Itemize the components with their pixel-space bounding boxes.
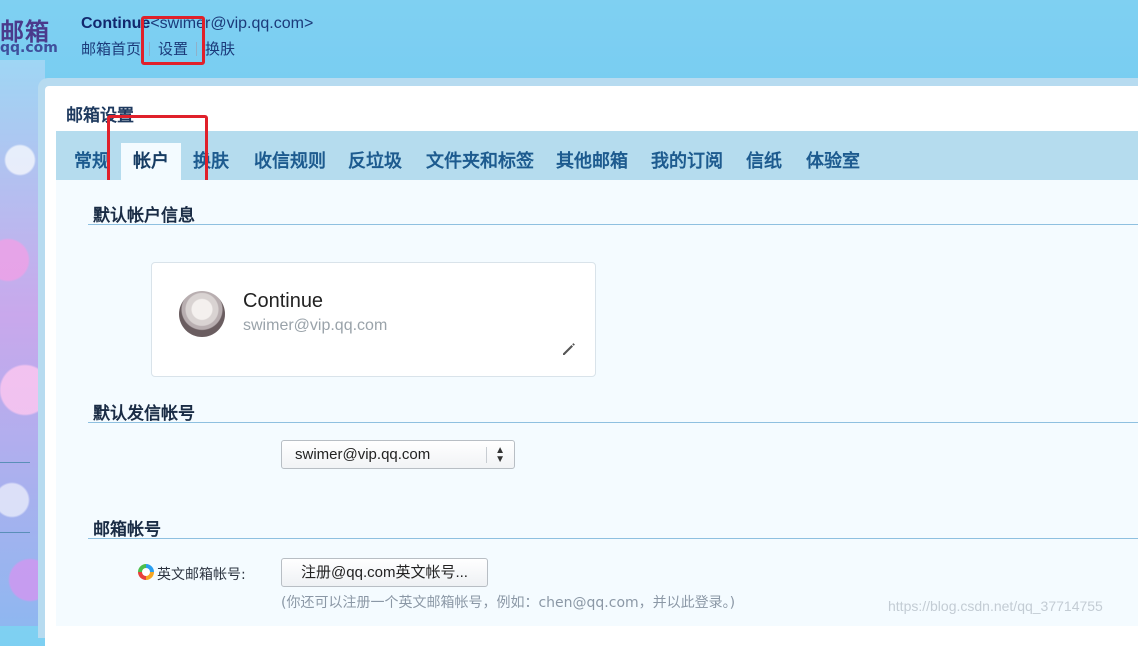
qq-logo-icon (138, 564, 154, 580)
watermark: https://blog.csdn.net/qq_37714755 (888, 598, 1103, 614)
section-divider (88, 224, 1138, 225)
account-email: swimer@vip.qq.com (243, 317, 388, 334)
section-title-default-sender: 默认发信帐号 (93, 404, 195, 423)
avatar (179, 291, 225, 337)
logo-domain: qq.com (0, 40, 58, 56)
tab-subscriptions[interactable]: 我的订阅 (639, 143, 735, 180)
nav-skin[interactable]: 换肤 (205, 38, 235, 59)
tab-folders-labels[interactable]: 文件夹和标签 (414, 143, 546, 180)
section-title-mail-account: 邮箱帐号 (93, 520, 161, 539)
section-divider (88, 422, 1138, 423)
select-value: swimer@vip.qq.com (295, 446, 431, 463)
account-name: Continue (243, 290, 324, 312)
user-name: Continue (81, 15, 151, 32)
divider (0, 532, 30, 533)
tab-anti-spam[interactable]: 反垃圾 (336, 143, 414, 180)
english-account-label: 英文邮箱帐号: (157, 567, 246, 583)
section-divider (88, 538, 1138, 539)
select-divider (486, 447, 487, 463)
section-title-default-account: 默认帐户信息 (93, 206, 195, 225)
nav-mail-home[interactable]: 邮箱首页 (81, 38, 141, 59)
divider (0, 462, 30, 463)
pencil-icon[interactable] (560, 340, 578, 358)
annotation-box-settings (141, 16, 205, 65)
tab-other-mailboxes[interactable]: 其他邮箱 (544, 143, 640, 180)
tab-lab[interactable]: 体验室 (794, 143, 872, 180)
settings-content (56, 180, 1138, 626)
register-english-account-button[interactable]: 注册@qq.com英文帐号... (281, 558, 488, 587)
updown-arrows-icon: ▲ ▼ (495, 445, 505, 465)
tab-stationery[interactable]: 信纸 (734, 143, 794, 180)
english-account-hint: (你还可以注册一个英文邮箱帐号，例如：chen@qq.com，并以此登录。) (281, 595, 736, 611)
tab-mail-rules[interactable]: 收信规则 (242, 143, 338, 180)
default-sender-select[interactable]: swimer@vip.qq.com ▲ ▼ (281, 440, 515, 469)
